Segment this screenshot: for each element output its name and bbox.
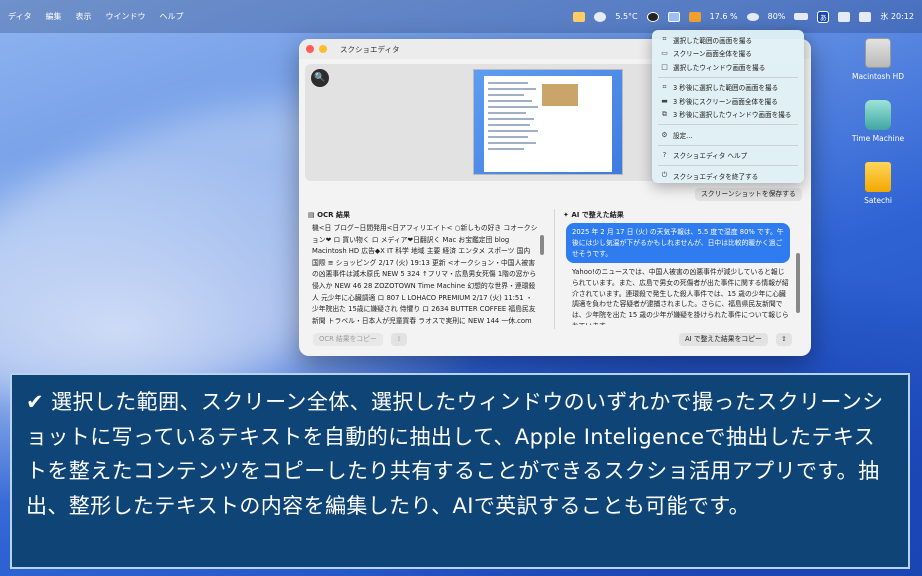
desktop-icon-label: Macintosh HD bbox=[851, 72, 905, 81]
window-title: スクショエディタ bbox=[340, 44, 400, 54]
screenshot-menu-dropdown: ⌗ 選択した範囲の画面を撮る ▭ スクリーン画面全体を撮る □ 選択したウィンドウ画面… bbox=[652, 30, 804, 183]
desktop-icon-satechi[interactable]: Satechi bbox=[838, 162, 918, 205]
desktop-icon-label: Satechi bbox=[864, 196, 892, 205]
app-menu[interactable]: ディタ bbox=[8, 11, 31, 22]
rocket-icon[interactable] bbox=[573, 11, 586, 22]
pane-divider bbox=[554, 209, 555, 329]
menu-item-timer-area[interactable]: ⌗ 3 秒後に選択した範囲の画面を撮る bbox=[652, 81, 804, 95]
crop-icon: ⌗ bbox=[662, 35, 667, 44]
timer-crop-icon: ⌗ bbox=[662, 82, 667, 91]
menu-item-timer-window[interactable]: ⧉ 3 秒後に選択したウィンドウ画面を撮る bbox=[652, 108, 804, 122]
weather-temp[interactable]: 5.5°C bbox=[615, 12, 637, 21]
battery-percent[interactable]: 80% bbox=[768, 12, 786, 21]
share-ai-icon[interactable]: ⇪ bbox=[776, 333, 792, 346]
menu-item-settings[interactable]: ⚙ 設定... bbox=[652, 128, 804, 142]
menu-item-timer-screen[interactable]: ▬ 3 秒後にスクリーン画面全体を撮る bbox=[652, 94, 804, 108]
menu-item-help[interactable]: ? スクショエディタ ヘルプ bbox=[652, 149, 804, 163]
timer-window-icon: ⧉ bbox=[662, 109, 667, 118]
magnify-icon[interactable]: 🔍 bbox=[311, 69, 329, 87]
copy-ai-button[interactable]: AI で整えた結果をコピー bbox=[679, 333, 768, 346]
desktop-icon-time-machine[interactable]: Time Machine bbox=[838, 100, 918, 143]
screen-icon: ▭ bbox=[661, 49, 668, 58]
ocr-result-text[interactable]: 機<日 ブログ~日間発用<日アフィリエイト< ○新しもの好き コオークション❤ … bbox=[312, 223, 538, 327]
external-drive-icon bbox=[865, 162, 891, 192]
menu-item-capture-area[interactable]: ⌗ 選択した範囲の画面を撮る bbox=[652, 33, 804, 47]
feature-caption: ✔ 選択した範囲、スクリーン全体、選択したウィンドウのいずれかで撮ったスクリーン… bbox=[10, 373, 910, 569]
ai-scrollbar[interactable] bbox=[796, 253, 800, 313]
menu-window[interactable]: ウインドウ bbox=[105, 11, 145, 22]
timer-screen-icon: ▬ bbox=[661, 96, 668, 105]
desktop-background: ディタ 編集 表示 ウインドウ ヘルプ 5.5°C 17.6 % 80% あ 氷… bbox=[0, 0, 922, 576]
control-center-icon[interactable] bbox=[859, 11, 872, 22]
display-icon[interactable] bbox=[838, 11, 851, 22]
menu-help[interactable]: ヘルプ bbox=[159, 11, 183, 22]
menu-item-capture-window[interactable]: □ 選択したウィンドウ画面を撮る bbox=[652, 60, 804, 74]
menu-separator bbox=[658, 144, 798, 146]
share-ocr-icon[interactable]: ⇪ bbox=[391, 333, 407, 346]
power-icon: ⏻ bbox=[661, 171, 668, 180]
time-machine-drive-icon bbox=[865, 100, 891, 130]
desktop-icon-label: Time Machine bbox=[851, 134, 905, 143]
screenshot-editor-menu-icon[interactable] bbox=[667, 11, 680, 22]
menu-view[interactable]: 表示 bbox=[75, 11, 91, 22]
menu-edit[interactable]: 編集 bbox=[45, 11, 61, 22]
screenshot-app-icon[interactable] bbox=[646, 11, 659, 22]
cloud-icon[interactable] bbox=[594, 11, 607, 22]
notes-icon[interactable] bbox=[688, 11, 701, 22]
minimize-window-button[interactable] bbox=[319, 45, 327, 53]
copy-ocr-button[interactable]: OCR 結果をコピー bbox=[313, 333, 383, 346]
ai-result-text[interactable]: Yahoo!のニュースでは、中国人被害の凶悪事件が減少していると報じられています… bbox=[572, 267, 790, 325]
battery-icon[interactable] bbox=[794, 13, 809, 20]
menu-clock[interactable]: 氷 20:12 bbox=[880, 11, 914, 22]
save-screenshot-button[interactable]: スクリーンショットを保存する bbox=[695, 188, 802, 201]
menu-separator bbox=[658, 165, 798, 166]
help-icon: ? bbox=[662, 151, 667, 160]
menu-bar: ディタ 編集 表示 ウインドウ ヘルプ 5.5°C 17.6 % 80% あ 氷… bbox=[0, 0, 922, 33]
document-icon: ▤ bbox=[308, 211, 318, 219]
cpu-usage[interactable]: 17.6 % bbox=[710, 12, 738, 21]
menu-item-quit[interactable]: ⏻ スクショエディタを終了する bbox=[652, 169, 804, 183]
hard-drive-icon bbox=[865, 38, 891, 68]
ocr-scrollbar[interactable] bbox=[540, 235, 544, 255]
input-mode-badge[interactable]: あ bbox=[817, 10, 830, 23]
ai-pane-title: ✦ AI で整えた結果 bbox=[563, 211, 624, 219]
desktop-icon-macintosh-hd[interactable]: Macintosh HD bbox=[838, 38, 918, 81]
close-window-button[interactable] bbox=[306, 45, 314, 53]
screenshot-thumbnail bbox=[473, 69, 623, 175]
menu-item-capture-screen[interactable]: ▭ スクリーン画面全体を撮る bbox=[652, 47, 804, 61]
menu-separator bbox=[658, 76, 798, 78]
gear-icon: ⚙ bbox=[661, 130, 668, 139]
wifi-icon[interactable] bbox=[746, 12, 759, 21]
menu-separator bbox=[658, 124, 798, 125]
ocr-pane-title: ▤ OCR 結果 bbox=[308, 211, 350, 219]
ai-highlight-text[interactable]: 2025 年 2 月 17 日 (火) の天気予報は、5.5 度で湿度 80% … bbox=[566, 223, 790, 263]
window-icon: □ bbox=[661, 62, 668, 71]
